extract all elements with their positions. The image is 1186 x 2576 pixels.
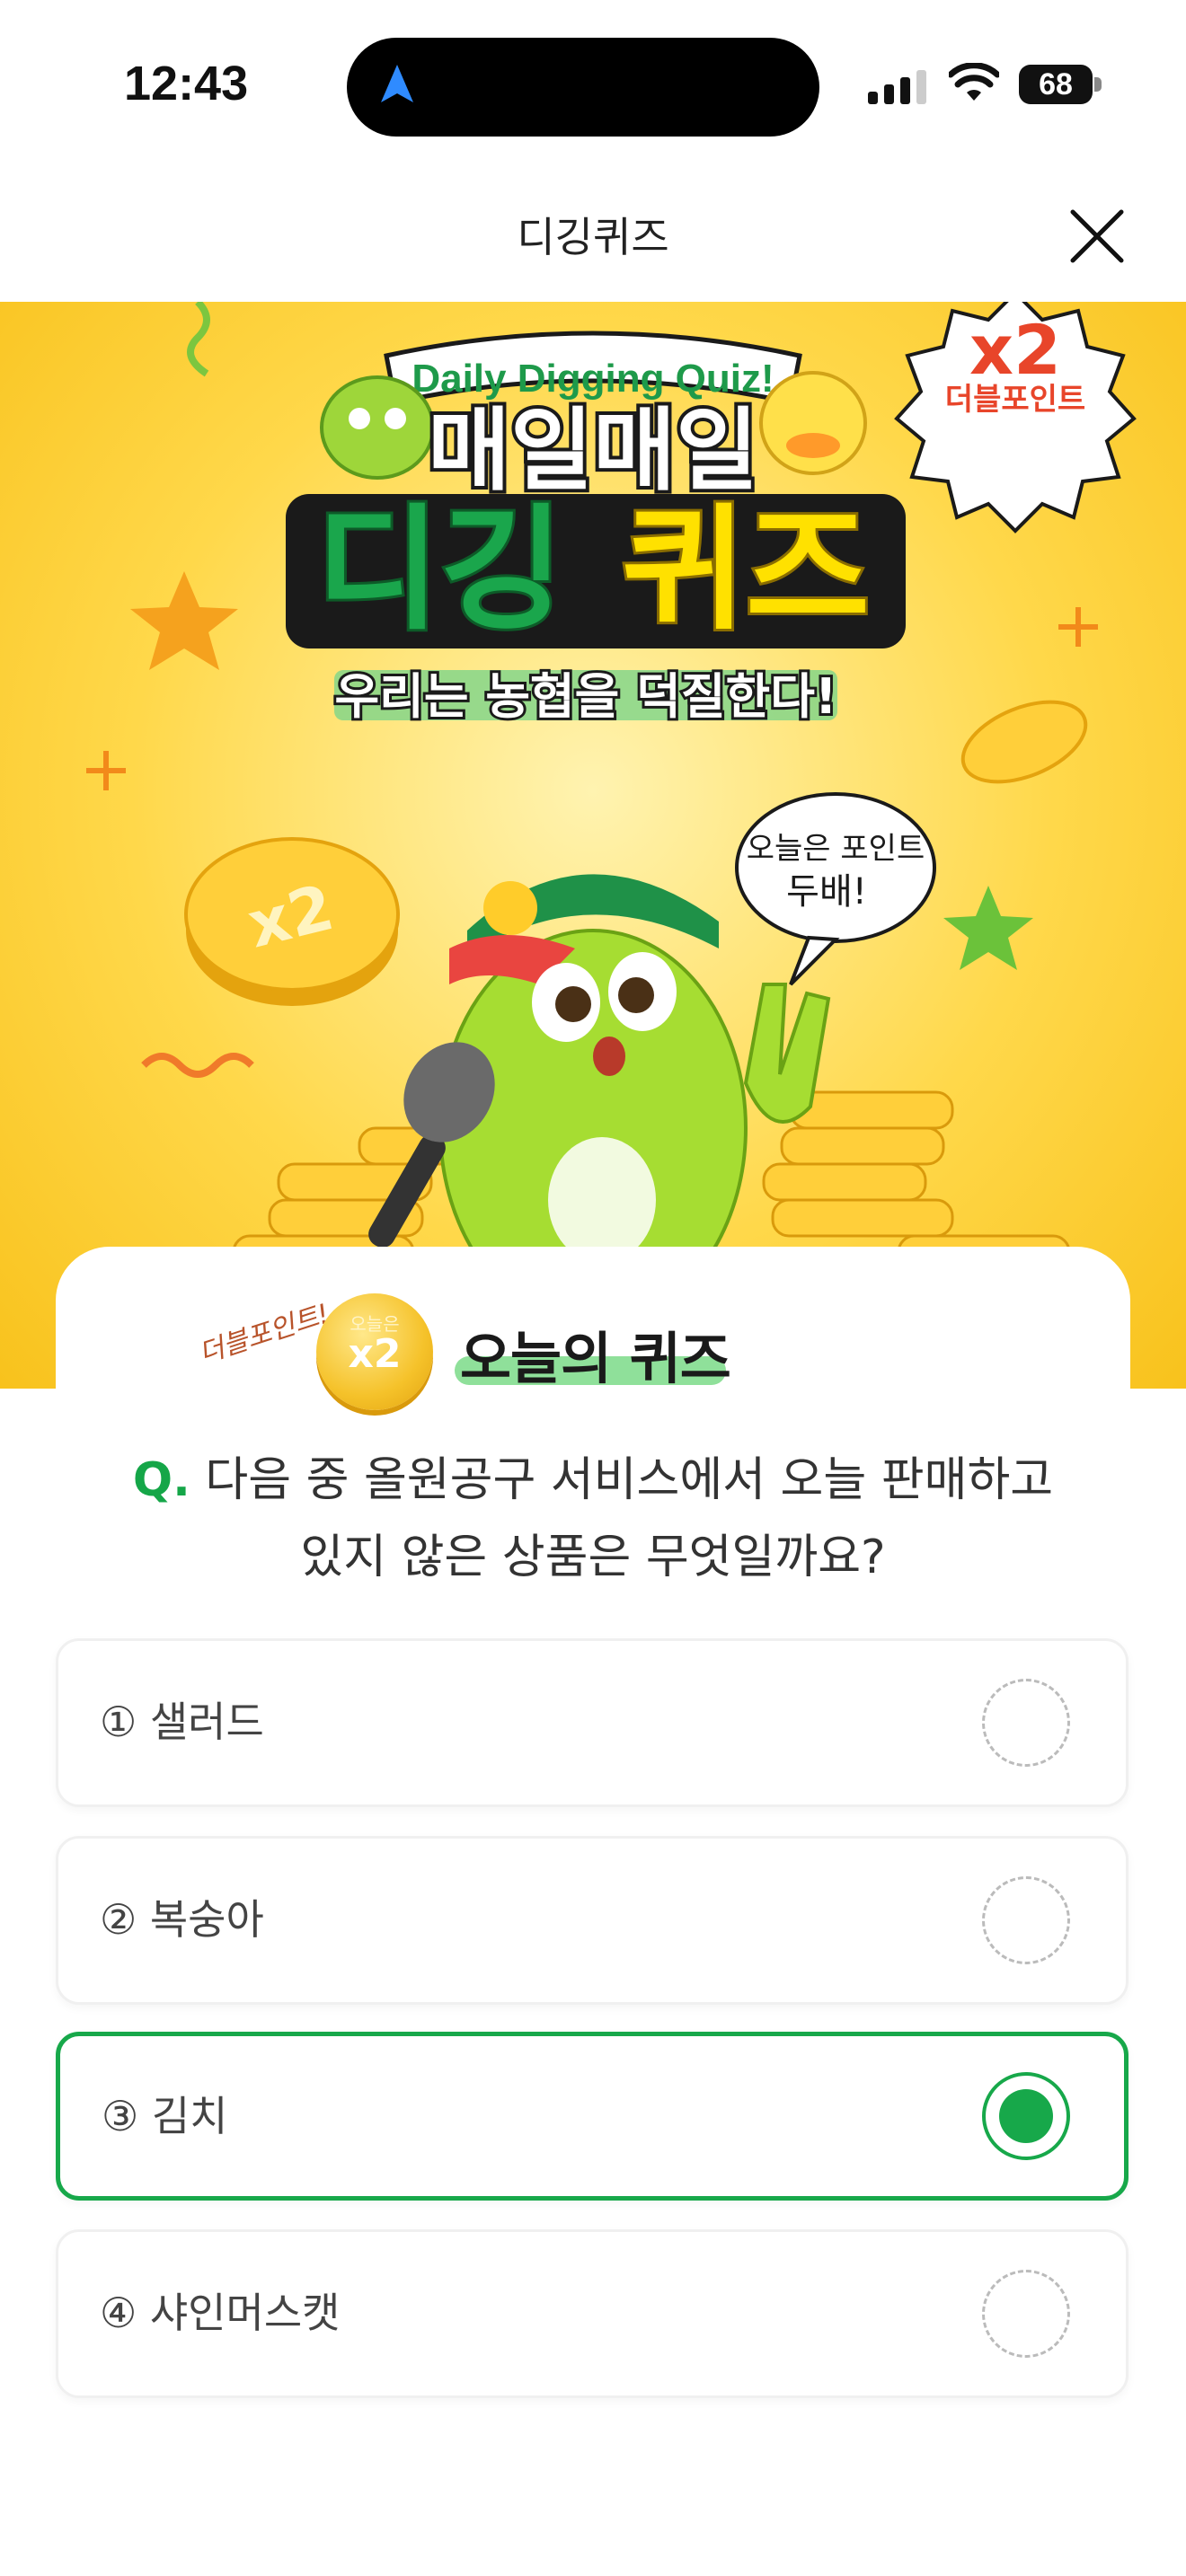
banner-title-line1: 매일매일 (428, 398, 758, 503)
page-title: 디깅퀴즈 (517, 213, 669, 261)
radio-button-checked[interactable] (982, 2072, 1070, 2160)
answer-option-4[interactable]: ④ 샤인머스캣 (56, 2229, 1128, 2398)
option-label: ④ 샤인머스캣 (100, 2289, 341, 2337)
quiz-question: Q. 다음 중 올원공구 서비스에서 오늘 판매하고 있지 않은 상품은 무엇일… (54, 1442, 1132, 1596)
double-point-coin: 오늘은 x2 (316, 1293, 433, 1410)
cellular-signal-icon (868, 68, 926, 104)
banner-title-line2b: 퀴즈 (622, 492, 870, 648)
double-point-badge: x2 더블포인트 (894, 302, 1137, 534)
radio-button-unchecked[interactable] (982, 2270, 1070, 2358)
flying-coin (960, 700, 1088, 784)
battery-tip (1094, 77, 1102, 92)
star-decoration (943, 886, 1033, 970)
question-line1: Q. 다음 중 올원공구 서비스에서 오늘 판매하고 (54, 1442, 1132, 1519)
answer-option-2[interactable]: ② 복숭아 (56, 1836, 1128, 2005)
navigation-arrow-icon (381, 65, 413, 102)
question-text-line2: 있지 않은 상품은 무엇일까요? (300, 1531, 886, 1584)
plus-decoration (86, 751, 126, 790)
status-bar: 12:43 68 (0, 0, 1186, 171)
coin-multiplier: x2 (348, 1331, 402, 1377)
badge-label: 더블포인트 (945, 382, 1085, 418)
option-label: ② 복숭아 (100, 1895, 264, 1944)
speech-bubble-line2: 두배! (786, 871, 867, 913)
question-prefix: Q. (132, 1453, 190, 1507)
radio-button-unchecked[interactable] (982, 1679, 1070, 1767)
dynamic-island (347, 38, 819, 137)
answer-option-3[interactable]: ③ 김치 (56, 2032, 1128, 2201)
question-text-line1: 다음 중 올원공구 서비스에서 오늘 판매하고 (205, 1453, 1054, 1507)
quiz-banner: Daily Digging Quiz! 매일매일 디깅 퀴즈 우리는 농협을 덕… (0, 302, 1186, 1389)
answer-option-1[interactable]: ① 샐러드 (56, 1638, 1128, 1807)
banner-tagline: Daily Digging Quiz! (412, 357, 774, 401)
plus-decoration (1058, 607, 1098, 647)
close-icon (1070, 209, 1124, 263)
banner-illustration: Daily Digging Quiz! 매일매일 디깅 퀴즈 우리는 농협을 덕… (86, 302, 1137, 1328)
speech-bubble-line1: 오늘은 포인트 (747, 831, 925, 867)
close-button[interactable] (1066, 205, 1128, 268)
squiggle-decoration (141, 1053, 254, 1078)
radio-button-unchecked[interactable] (982, 1876, 1070, 1964)
green-monster-character (320, 375, 435, 480)
star-decoration (130, 571, 238, 670)
badge-multiplier: x2 (969, 310, 1061, 390)
status-time: 12:43 (124, 57, 249, 110)
option-label: ① 샐러드 (100, 1698, 264, 1746)
todays-quiz-heading: 오늘의 퀴즈 (460, 1326, 731, 1391)
banner-subtitle: 우리는 농협을 덕질한다! (334, 668, 836, 725)
wifi-icon (949, 63, 999, 101)
battery-icon: 68 (1019, 65, 1093, 104)
app-header: 디깅퀴즈 (0, 171, 1186, 302)
banner-title-line2a: 디깅 (316, 492, 564, 648)
option-label: ③ 김치 (102, 2092, 228, 2140)
squiggle-decoration (187, 302, 210, 377)
x2-coin-illustration: x2 (184, 837, 400, 1006)
duck-character (759, 371, 867, 475)
speech-bubble: 오늘은 포인트 두배! (735, 792, 936, 986)
